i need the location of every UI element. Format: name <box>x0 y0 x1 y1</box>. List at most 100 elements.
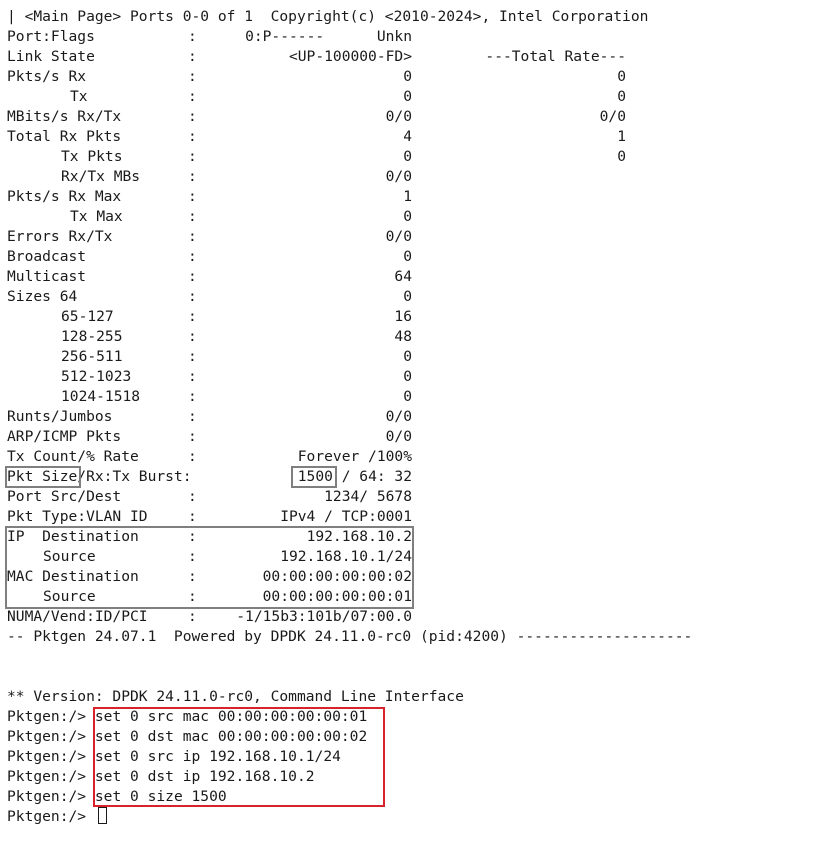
cli-input-line[interactable]: Pktgen:/> <box>7 807 107 827</box>
stat-label: Tx Max <box>70 208 123 225</box>
stat-label: Pkt Type:VLAN ID <box>7 508 148 525</box>
stat-value: 4 <box>403 128 412 145</box>
pktgen-footer: -- Pktgen 24.07.1 Powered by DPDK 24.11.… <box>7 628 693 645</box>
stat-colon: : <box>188 188 197 205</box>
cli-command: set 0 size 1500 <box>94 788 227 805</box>
cli-prompt: Pktgen:/> <box>7 808 95 825</box>
pkt-size-label: Pkt Size <box>7 468 78 485</box>
stat-colon: : <box>188 588 197 605</box>
stat-label: Broadcast <box>7 248 87 265</box>
cli-command: set 0 src ip 192.168.10.1/24 <box>94 748 341 765</box>
cli-prompt: Pktgen:/> <box>7 708 95 725</box>
stat-value: 1234/ 5678 <box>324 488 412 505</box>
stat-colon: : <box>188 248 197 265</box>
stat-value: 192.168.10.1/24 <box>280 548 412 565</box>
stat-label: NUMA/Vend:ID/PCI <box>7 608 148 625</box>
stat-colon: : <box>188 348 197 365</box>
stat-value: 0 <box>403 68 412 85</box>
stat-colon: : <box>188 528 197 545</box>
stat-value: 00:00:00:00:00:01 <box>262 588 412 605</box>
stat-value: 0 <box>403 348 412 365</box>
stat-value: 0/0 <box>385 168 412 185</box>
stat-label: 256-511 <box>61 348 123 365</box>
stat-total-rate: ---Total Rate--- <box>485 48 626 65</box>
stat-label: Runts/Jumbos <box>7 408 113 425</box>
stat-label: 65-127 <box>61 308 114 325</box>
stat-total-rate: 1 <box>617 128 626 145</box>
stat-colon: : <box>188 48 197 65</box>
stat-colon: : <box>188 448 197 465</box>
stat-label: Tx Pkts <box>61 148 123 165</box>
stat-value: 64 <box>394 268 412 285</box>
stat-label: Source <box>43 548 96 565</box>
stat-label: Source <box>43 588 96 605</box>
pktgen-terminal[interactable]: | <Main Page> Ports 0-0 of 1 Copyright(c… <box>5 7 817 827</box>
cli-prompt: Pktgen:/> <box>7 748 95 765</box>
stat-value: 0/0 <box>385 408 412 425</box>
stat-value: 192.168.10.2 <box>306 528 412 545</box>
cli-prompt: Pktgen:/> <box>7 788 95 805</box>
cli-command: set 0 src mac 00:00:00:00:00:01 <box>94 708 368 725</box>
stat-value: Forever /100% <box>297 448 412 465</box>
cli-command: set 0 dst mac 00:00:00:00:00:02 <box>94 728 368 745</box>
stat-label: Link State <box>7 48 95 65</box>
stat-label: Port Src/Dest <box>7 488 122 505</box>
stat-label: 512-1023 <box>61 368 132 385</box>
stat-colon: : <box>188 228 197 245</box>
cli-prompt: Pktgen:/> <box>7 768 95 785</box>
cli-command: set 0 dst ip 192.168.10.2 <box>94 768 315 785</box>
burst-label: /Rx:Tx Burst: <box>77 468 192 485</box>
stat-colon: : <box>188 548 197 565</box>
stat-value: 0 <box>403 388 412 405</box>
burst-value: / 64: 32 <box>332 468 412 485</box>
stat-colon: : <box>188 288 197 305</box>
stat-total-rate: 0/0 <box>599 108 626 125</box>
stat-value: -1/15b3:101b/07:00.0 <box>236 608 412 625</box>
stat-colon: : <box>188 368 197 385</box>
stat-value: 0/0 <box>385 108 412 125</box>
stat-value: 0:P------ Unkn <box>245 28 412 45</box>
stat-value: 48 <box>394 328 412 345</box>
stat-label: Pkts/s Rx Max <box>7 188 122 205</box>
stat-label: Multicast <box>7 268 87 285</box>
stat-value: 0 <box>403 288 412 305</box>
stat-value: IPv4 / TCP:0001 <box>280 508 412 525</box>
stat-colon: : <box>188 108 197 125</box>
stat-value: 1 <box>403 188 412 205</box>
stat-colon: : <box>188 28 197 45</box>
stat-total-rate: 0 <box>617 68 626 85</box>
stat-value: 16 <box>394 308 412 325</box>
stat-value: 0 <box>403 368 412 385</box>
stat-value: 0 <box>403 248 412 265</box>
stat-label: Errors Rx/Tx <box>7 228 113 245</box>
stat-colon: : <box>188 408 197 425</box>
stat-label: 128-255 <box>61 328 123 345</box>
stat-colon: : <box>188 208 197 225</box>
stat-colon: : <box>188 88 197 105</box>
cli-prompt: Pktgen:/> <box>7 728 95 745</box>
stat-label: Tx <box>70 88 88 105</box>
main-page-header: | <Main Page> Ports 0-0 of 1 Copyright(c… <box>7 8 649 25</box>
stat-colon: : <box>188 68 197 85</box>
stat-colon: : <box>188 608 197 625</box>
stat-colon: : <box>188 428 197 445</box>
stat-colon: : <box>188 388 197 405</box>
stat-colon: : <box>188 488 197 505</box>
stat-label: Total Rx Pkts <box>7 128 122 145</box>
stat-value: 0 <box>403 208 412 225</box>
stat-colon: : <box>188 508 197 525</box>
stat-colon: : <box>188 268 197 285</box>
stat-label: Rx/Tx MBs <box>61 168 141 185</box>
cli-version: ** Version: DPDK 24.11.0-rc0, Command Li… <box>7 688 464 705</box>
stat-colon: : <box>188 308 197 325</box>
stat-total-rate: 0 <box>617 148 626 165</box>
stat-colon: : <box>188 128 197 145</box>
stat-colon: : <box>188 328 197 345</box>
stat-value: 0 <box>403 88 412 105</box>
pkt-size-value: 1500 <box>297 468 333 485</box>
stat-label: Sizes 64 <box>7 288 78 305</box>
stat-label: Port:Flags <box>7 28 95 45</box>
text-cursor <box>97 807 107 824</box>
stat-colon: : <box>188 148 197 165</box>
stat-label: MBits/s Rx/Tx <box>7 108 122 125</box>
